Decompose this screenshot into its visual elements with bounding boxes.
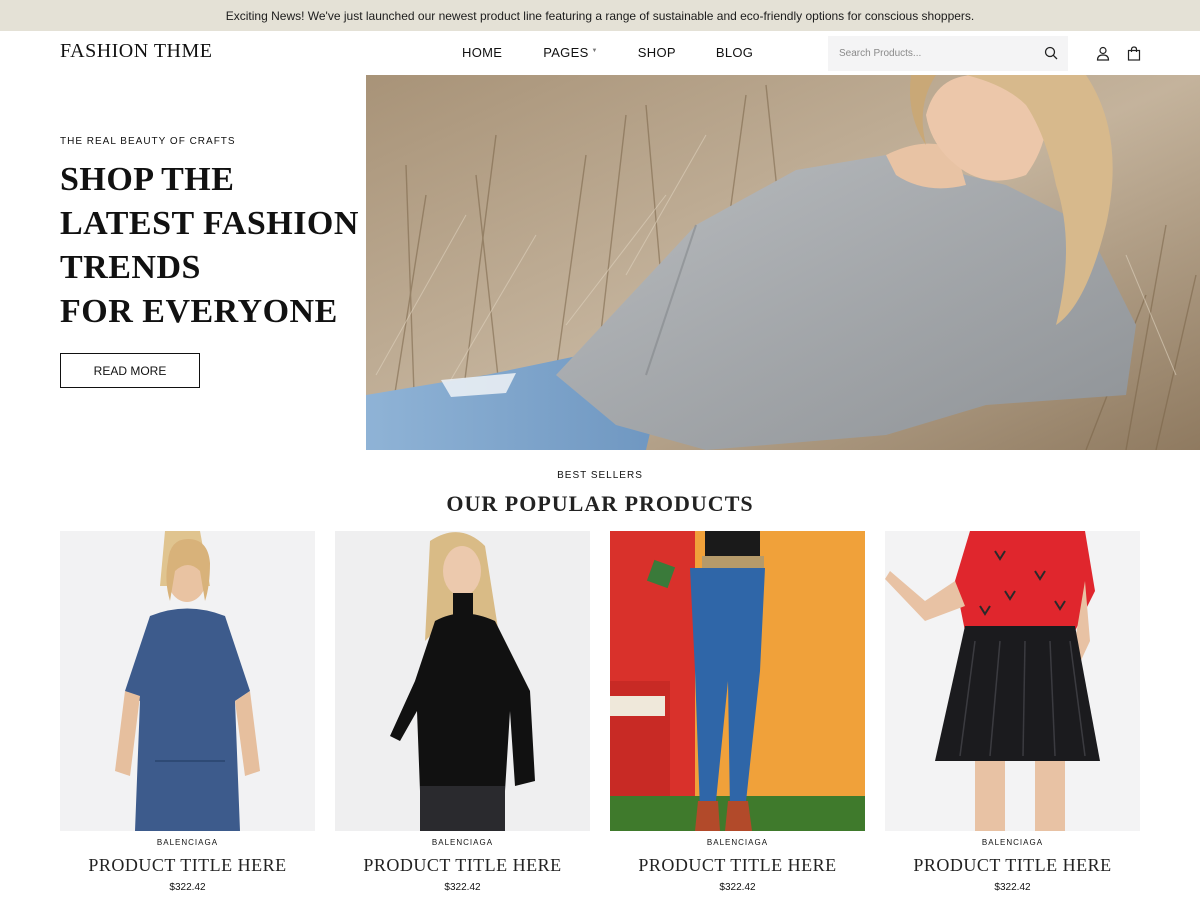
nav-pages[interactable]: PAGES ▼ [543,45,598,60]
main-nav: HOME PAGES ▼ SHOP BLOG [462,45,753,60]
read-more-button[interactable]: READ MORE [60,353,200,388]
product-brand: BALENCIAGA [981,838,1044,847]
hero-title: SHOP THE LATEST FASHION TRENDS FOR EVERY… [60,158,370,334]
product-image[interactable] [885,531,1140,831]
site-header: FASHION THME HOME PAGES ▼ SHOP BLOG [0,31,1200,75]
product-card[interactable]: BALENCIAGA PRODUCT TITLE HERE $322.42 [335,531,590,893]
product-brand: BALENCIAGA [706,838,769,847]
section-title: OUR POPULAR PRODUCTS [446,491,754,516]
product-title[interactable]: PRODUCT TITLE HERE [610,855,865,876]
product-price: $322.42 [719,882,756,893]
product-price: $322.42 [444,882,481,893]
product-image[interactable] [610,531,865,831]
product-price: $322.42 [169,882,206,893]
nav-blog[interactable]: BLOG [716,45,753,60]
announcement-bar: Exciting News! We've just launched our n… [0,0,1200,31]
user-icon[interactable] [1096,46,1110,61]
product-brand: BALENCIAGA [156,838,219,847]
shopping-bag-icon[interactable] [1127,46,1141,61]
product-title[interactable]: PRODUCT TITLE HERE [60,855,315,876]
chevron-down-icon: ▼ [591,48,598,54]
search-input[interactable] [828,36,1033,71]
product-price: $322.42 [994,882,1031,893]
nav-pages-label: PAGES [543,45,589,60]
site-logo[interactable]: FASHION THME [60,40,213,63]
product-brand: BALENCIAGA [431,838,494,847]
search-icon[interactable] [1044,46,1058,60]
product-title[interactable]: PRODUCT TITLE HERE [335,855,590,876]
product-title[interactable]: PRODUCT TITLE HERE [885,855,1140,876]
nav-shop[interactable]: SHOP [638,45,676,60]
product-card[interactable]: BALENCIAGA PRODUCT TITLE HERE $322.42 [885,531,1140,893]
hero-kicker: THE REAL BEAUTY OF CRAFTS [60,136,236,147]
product-image[interactable] [335,531,590,831]
hero-title-line: FOR EVERYONE [60,293,338,330]
hero-title-line: SHOP THE [60,161,235,198]
product-image[interactable] [60,531,315,831]
hero-title-line: TRENDS [60,249,201,286]
product-card[interactable]: BALENCIAGA PRODUCT TITLE HERE $322.42 [60,531,315,893]
hero-title-line: LATEST FASHION [60,205,359,242]
section-kicker: BEST SELLERS [557,470,643,481]
announcement-text: Exciting News! We've just launched our n… [225,8,975,23]
nav-home[interactable]: HOME [462,45,502,60]
hero-image [366,75,1200,450]
product-card[interactable]: BALENCIAGA PRODUCT TITLE HERE $322.42 [610,531,865,893]
search-box [828,36,1068,71]
